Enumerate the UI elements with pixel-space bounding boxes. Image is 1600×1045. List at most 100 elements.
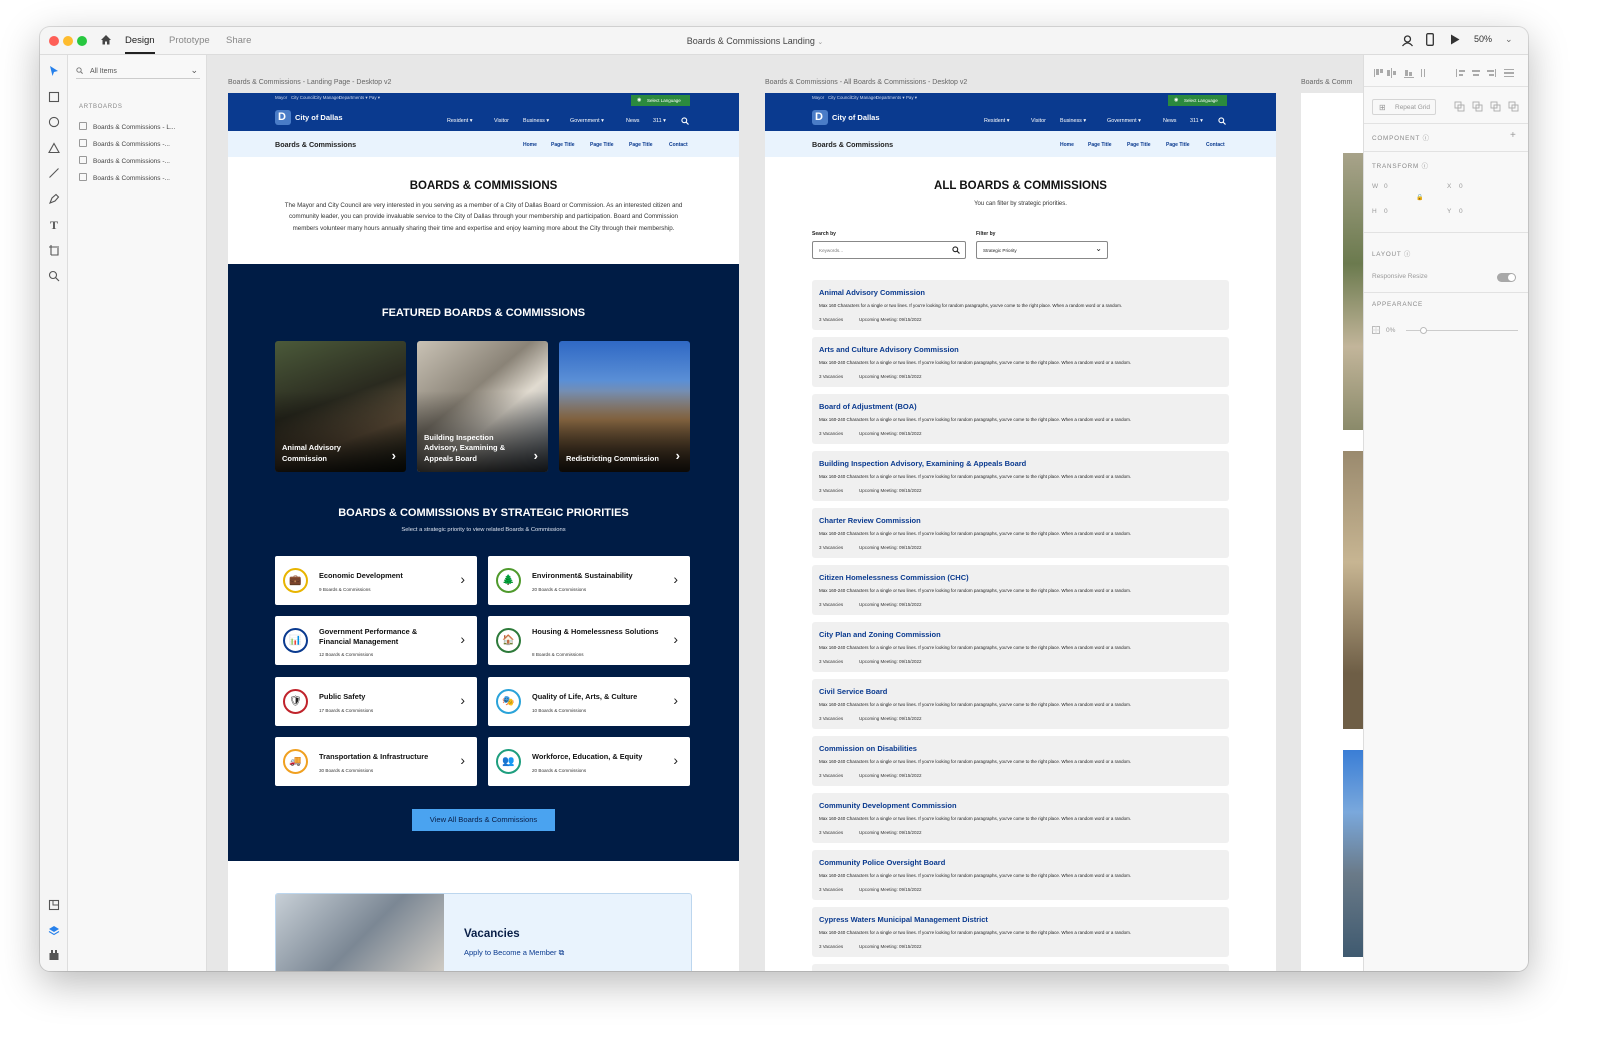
x-field[interactable]: 0 — [1459, 183, 1463, 190]
board-title[interactable]: Citizen Homelessness Commission (CHC) — [819, 573, 969, 582]
add-component-icon[interactable]: + — [1510, 130, 1516, 141]
y-field[interactable]: 0 — [1459, 208, 1463, 215]
play-icon[interactable] — [1450, 34, 1460, 45]
view-all-button[interactable]: View All Boards & Commissions — [412, 809, 555, 831]
artboard-tool-icon[interactable] — [48, 244, 60, 256]
assets-icon[interactable] — [48, 899, 60, 911]
minimize-window-icon[interactable] — [63, 36, 73, 46]
nav-visitor[interactable]: Visitor — [494, 118, 509, 124]
board-list-item[interactable]: Cypress Waters Municipal Management Dist… — [812, 907, 1229, 957]
nav-news[interactable]: News — [626, 118, 639, 124]
featured-card[interactable]: Building Inspection Advisory, Examining … — [417, 341, 548, 472]
board-list-item[interactable] — [812, 964, 1229, 971]
nav-311[interactable]: 311 ▾ — [1190, 118, 1203, 124]
city-name[interactable]: City of Dallas — [295, 113, 343, 122]
subnav-home[interactable]: Home — [523, 142, 537, 148]
layer-item[interactable]: Boards & Commissions -... — [79, 173, 199, 182]
board-title[interactable]: Cypress Waters Municipal Management Dist… — [819, 915, 988, 924]
select-language-button[interactable]: ◉ Select Language — [1168, 95, 1227, 106]
artboard-label[interactable]: Boards & Commissions - Landing Page - De… — [228, 79, 391, 86]
subnav-page[interactable]: Page Title — [551, 142, 575, 148]
priority-item[interactable]: 👥 Workforce, Education, & Equity 20 Boards… — [488, 737, 690, 786]
opacity-value[interactable]: 0% — [1386, 327, 1395, 334]
repeat-grid-button[interactable]: ⊞ Repeat Grid — [1372, 99, 1436, 115]
util-link[interactable]: Pay ▾ — [906, 95, 917, 101]
board-title[interactable]: Civil Service Board — [819, 687, 887, 696]
tab-share[interactable]: Share — [226, 35, 251, 46]
board-list-item[interactable]: Arts and Culture Advisory Commission Max … — [812, 337, 1229, 387]
util-link[interactable]: City Manager — [314, 95, 340, 100]
layers-icon[interactable] — [48, 925, 60, 937]
nav-government[interactable]: Government ▾ — [570, 118, 604, 124]
util-link[interactable]: Departments ▾ — [339, 95, 368, 101]
priority-item[interactable]: 🎭 Quality of Life, Arts, & Culture 10 Boar… — [488, 677, 690, 726]
opacity-slider[interactable] — [1406, 327, 1518, 334]
section-title[interactable]: Boards & Commissions — [812, 140, 893, 149]
user-icon[interactable] — [1401, 34, 1414, 47]
util-link[interactable]: Pay ▾ — [369, 95, 380, 101]
nav-government[interactable]: Government ▾ — [1107, 118, 1141, 124]
util-link[interactable]: City Manager — [851, 95, 877, 100]
util-link[interactable]: City Council — [828, 95, 851, 100]
board-list-item[interactable]: Civil Service Board Max 160-240 Character… — [812, 679, 1229, 729]
nav-visitor[interactable]: Visitor — [1031, 118, 1046, 124]
layers-search[interactable]: All Items ⌄ — [76, 63, 200, 79]
nav-resident[interactable]: Resident ▾ — [447, 118, 472, 124]
priority-item[interactable]: 🌲 Environment& Sustainability 20 Boards & … — [488, 556, 690, 605]
util-link[interactable]: Mayor — [812, 95, 824, 100]
board-list-item[interactable]: Citizen Homelessness Commission (CHC) Max… — [812, 565, 1229, 615]
tab-prototype[interactable]: Prototype — [169, 35, 210, 46]
priority-item[interactable]: 📊 Government Performance & Financial Mana… — [275, 616, 477, 665]
zoom-chevron-icon[interactable]: ⌄ — [1505, 34, 1513, 45]
ellipse-tool-icon[interactable] — [48, 116, 60, 128]
board-list-item[interactable]: Community Development Commission Max 160-… — [812, 793, 1229, 843]
subnav-page[interactable]: Page Title — [629, 142, 653, 148]
nav-311[interactable]: 311 ▾ — [653, 118, 666, 124]
nav-business[interactable]: Business ▾ — [1060, 118, 1086, 124]
layer-item[interactable]: Boards & Commissions - L... — [79, 122, 199, 131]
board-title[interactable]: Arts and Culture Advisory Commission — [819, 345, 959, 354]
rectangle-tool-icon[interactable] — [48, 91, 60, 103]
zoom-level[interactable]: 50% — [1474, 34, 1492, 44]
city-name[interactable]: City of Dallas — [832, 113, 880, 122]
layer-item[interactable]: Boards & Commissions -... — [79, 139, 199, 148]
document-title[interactable]: Boards & Commissions Landing ⌄ — [610, 36, 900, 46]
maximize-window-icon[interactable] — [77, 36, 87, 46]
priority-item[interactable]: 💼 Economic Development 9 Boards & Commissi… — [275, 556, 477, 605]
height-field[interactable]: 0 — [1384, 208, 1388, 215]
home-icon[interactable] — [100, 34, 112, 45]
board-title[interactable]: City Plan and Zoning Commission — [819, 630, 941, 639]
device-preview-icon[interactable] — [1426, 33, 1434, 46]
subnav-page[interactable]: Page Title — [1127, 142, 1151, 148]
subnav-home[interactable]: Home — [1060, 142, 1074, 148]
strategic-priority-select[interactable]: Strategic Priority ⌄ — [976, 241, 1108, 259]
text-tool-icon[interactable]: T — [48, 219, 60, 231]
close-window-icon[interactable] — [49, 36, 59, 46]
zoom-tool-icon[interactable] — [48, 270, 60, 282]
responsive-resize-toggle[interactable] — [1497, 273, 1516, 282]
featured-card[interactable]: Redistricting Commission › — [559, 341, 690, 472]
city-logo[interactable] — [275, 110, 291, 125]
third-artboard[interactable] — [1301, 93, 1363, 971]
board-list-item[interactable]: Community Police Oversight Board Max 160-… — [812, 850, 1229, 900]
board-title[interactable]: Building Inspection Advisory, Examining … — [819, 459, 1026, 468]
board-title[interactable]: Community Police Oversight Board — [819, 858, 945, 867]
city-logo[interactable] — [812, 110, 828, 125]
board-title[interactable]: Commission on Disabilities — [819, 744, 917, 753]
board-list-item[interactable]: Building Inspection Advisory, Examining … — [812, 451, 1229, 501]
subnav-contact[interactable]: Contact — [1206, 142, 1225, 148]
section-title[interactable]: Boards & Commissions — [275, 140, 356, 149]
priority-item[interactable]: 🛡 Public Safety 17 Boards & Commissions › — [275, 677, 477, 726]
select-language-button[interactable]: ◉ Select Language — [631, 95, 690, 106]
keyword-search-input[interactable]: Keywords... — [812, 241, 966, 259]
board-list-item[interactable]: City Plan and Zoning Commission Max 160-2… — [812, 622, 1229, 672]
layer-item[interactable]: Boards & Commissions -... — [79, 156, 199, 165]
apply-link[interactable]: Apply to Become a Member ⧉ — [464, 948, 564, 958]
artboard-label[interactable]: Boards & Commissions - All Boards & Comm… — [765, 79, 967, 86]
board-list-item[interactable]: Board of Adjustment (BOA) Max 160-240 Cha… — [812, 394, 1229, 444]
board-title[interactable]: Animal Advisory Commission — [819, 288, 925, 297]
select-tool-icon[interactable] — [48, 65, 60, 77]
nav-business[interactable]: Business ▾ — [523, 118, 549, 124]
subnav-contact[interactable]: Contact — [669, 142, 688, 148]
boolean-ops-icons[interactable] — [1454, 101, 1524, 113]
